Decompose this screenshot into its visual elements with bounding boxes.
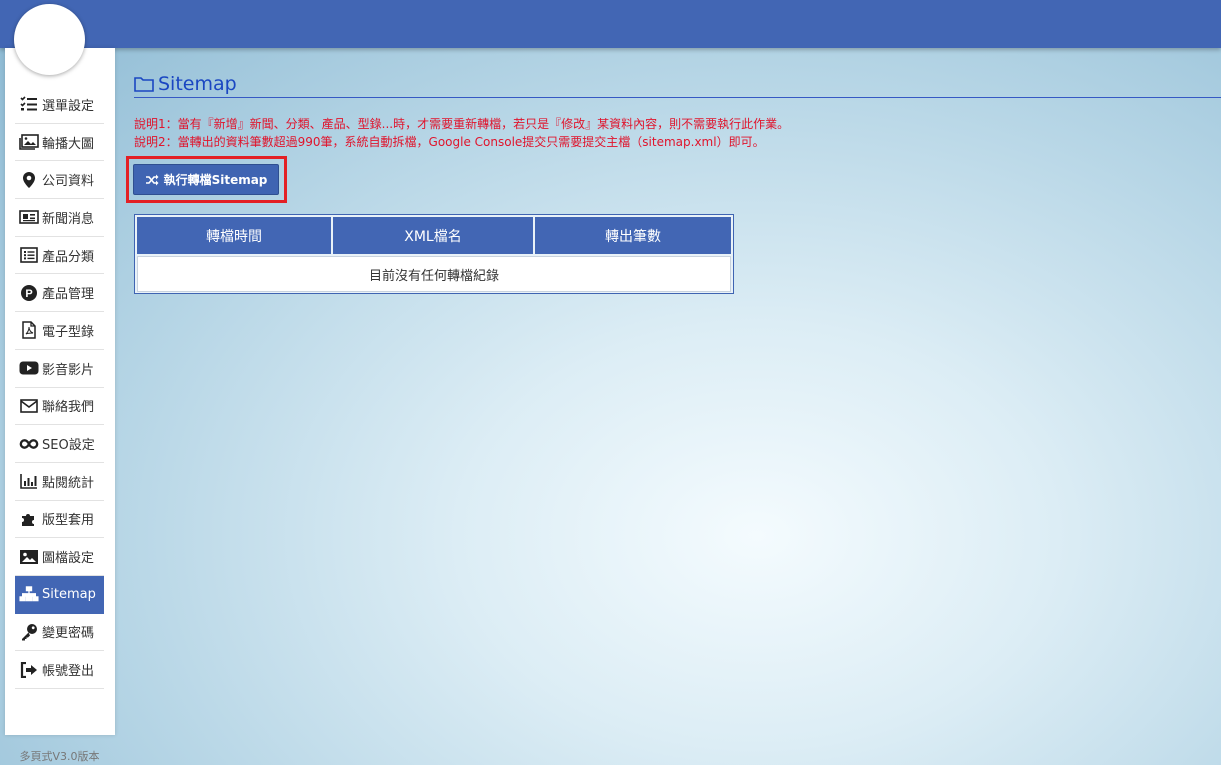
sidebar-item-label: 點閱統計 xyxy=(42,475,95,491)
images-icon xyxy=(19,133,39,151)
sidebar: 選單設定 輪播大圖 公司資料 新聞消息 產品分類 P 產品管理 電子型錄 影音影… xyxy=(5,48,115,763)
image-icon xyxy=(19,548,39,566)
bar-chart-icon xyxy=(19,472,39,490)
sidebar-item-catalog[interactable]: 電子型錄 xyxy=(15,312,104,350)
column-header: 轉出筆數 xyxy=(535,217,731,254)
folder-icon xyxy=(134,76,154,92)
infinity-icon xyxy=(19,435,39,453)
main-content: Sitemap 說明1：當有『新增』新聞、分類、產品、型錄...時，才需要重新轉… xyxy=(126,72,1221,294)
sidebar-menu: 選單設定 輪播大圖 公司資料 新聞消息 產品分類 P 產品管理 電子型錄 影音影… xyxy=(15,86,104,689)
sidebar-item-carousel[interactable]: 輪播大圖 xyxy=(15,124,104,162)
puzzle-icon xyxy=(19,510,39,528)
sidebar-item-label: 產品分類 xyxy=(42,249,95,265)
sidebar-item-videos[interactable]: 影音影片 xyxy=(15,350,104,388)
sidebar-item-label: 變更密碼 xyxy=(42,626,95,642)
avatar[interactable] xyxy=(14,4,85,75)
run-sitemap-label: 執行轉檔Sitemap xyxy=(163,173,268,187)
sidebar-item-label: Sitemap xyxy=(42,586,96,602)
sidebar-item-label: 公司資料 xyxy=(42,174,95,190)
sidebar-item-product-category[interactable]: 產品分類 xyxy=(15,237,104,275)
sidebar-item-label: 帳號登出 xyxy=(42,664,95,680)
page-title-text: Sitemap xyxy=(158,72,237,95)
sidebar-item-sitemap[interactable]: Sitemap xyxy=(15,575,104,614)
sidebar-item-label: 版型套用 xyxy=(42,513,95,529)
table-header: 轉檔時間 XML檔名 轉出筆數 xyxy=(137,217,731,254)
sidebar-item-label: SEO設定 xyxy=(42,438,95,454)
note-2: 說明2：當轉出的資料筆數超過990筆，系統自動拆檔，Google Console… xyxy=(134,135,765,149)
sidebar-item-label: 新聞消息 xyxy=(42,211,95,227)
page-title: Sitemap xyxy=(134,72,1221,98)
sign-out-icon xyxy=(19,661,39,679)
sidebar-item-change-password[interactable]: 變更密碼 xyxy=(15,614,104,652)
highlight-box: 執行轉檔Sitemap xyxy=(126,156,287,203)
note-1: 說明1：當有『新增』新聞、分類、產品、型錄...時，才需要重新轉檔，若只是『修改… xyxy=(134,117,790,131)
top-bar xyxy=(0,0,1221,48)
sidebar-item-label: 選單設定 xyxy=(42,98,95,114)
sidebar-item-templates[interactable]: 版型套用 xyxy=(15,501,104,539)
column-header: XML檔名 xyxy=(333,217,535,254)
sidebar-item-menu-settings[interactable]: 選單設定 xyxy=(15,86,104,124)
random-icon xyxy=(145,174,159,186)
svg-text:P: P xyxy=(25,288,32,300)
sidebar-item-image-settings[interactable]: 圖檔設定 xyxy=(15,538,104,576)
sidebar-item-company[interactable]: 公司資料 xyxy=(15,161,104,200)
column-header: 轉檔時間 xyxy=(137,217,333,254)
sidebar-item-label: 影音影片 xyxy=(42,362,95,378)
key-icon xyxy=(19,623,39,641)
sidebar-item-label: 聯絡我們 xyxy=(42,400,95,416)
sidebar-item-label: 電子型錄 xyxy=(42,324,95,340)
sidebar-item-stats[interactable]: 點閱統計 xyxy=(15,463,104,501)
sidebar-item-label: 圖檔設定 xyxy=(42,551,95,567)
list-check-icon xyxy=(19,95,39,113)
file-pdf-icon xyxy=(19,321,39,340)
envelope-icon xyxy=(19,397,39,415)
sidebar-item-label: 產品管理 xyxy=(42,287,95,303)
sitemap-table: 轉檔時間 XML檔名 轉出筆數 目前沒有任何轉檔紀錄 xyxy=(134,214,734,294)
run-sitemap-button[interactable]: 執行轉檔Sitemap xyxy=(133,164,279,195)
product-p-icon: P xyxy=(19,284,39,302)
sidebar-item-label: 輪播大圖 xyxy=(42,136,95,152)
sitemap-icon xyxy=(19,585,39,603)
table-empty-row: 目前沒有任何轉檔紀錄 xyxy=(137,256,731,292)
sidebar-item-logout[interactable]: 帳號登出 xyxy=(15,651,104,689)
sidebar-item-seo[interactable]: SEO設定 xyxy=(15,425,104,463)
notes: 說明1：當有『新增』新聞、分類、產品、型錄...時，才需要重新轉檔，若只是『修改… xyxy=(134,115,1221,151)
list-alt-icon xyxy=(19,246,39,264)
sidebar-item-news[interactable]: 新聞消息 xyxy=(15,199,104,237)
youtube-icon xyxy=(19,359,39,377)
version-label: 多頁式V3.0版本 xyxy=(19,750,100,763)
newspaper-icon xyxy=(19,208,39,226)
sidebar-item-contact[interactable]: 聯絡我們 xyxy=(15,388,104,426)
sidebar-item-products[interactable]: P 產品管理 xyxy=(15,274,104,313)
map-marker-icon xyxy=(19,171,39,189)
